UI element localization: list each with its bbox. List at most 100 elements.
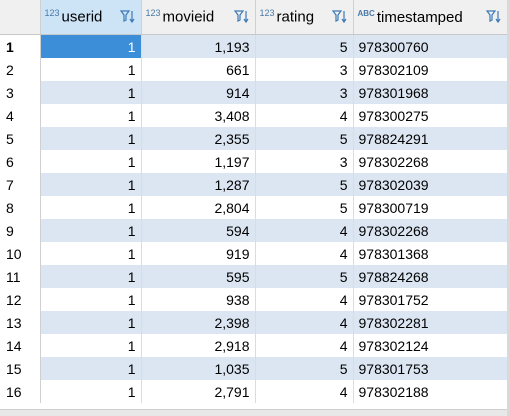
cell-timestamped[interactable]: 978300719 [353,196,508,219]
cell-rating[interactable]: 5 [255,127,354,150]
table-row[interactable]: 11 1 595 5 978824268 [0,265,508,288]
cell-movieid[interactable]: 1,197 [141,150,256,173]
table-row[interactable]: 6 1 1,197 3 978302268 [0,150,508,173]
row-number[interactable]: 10 [0,242,41,265]
cell-rating[interactable]: 5 [255,173,354,196]
table-row[interactable]: 5 1 2,355 5 978824291 [0,127,508,150]
cell-movieid[interactable]: 1,035 [141,357,256,380]
row-number[interactable]: 9 [0,219,41,242]
cell-userid[interactable]: 1 [40,150,142,173]
horizontal-scrollbar[interactable] [0,409,507,416]
cell-userid[interactable]: 1 [40,265,142,288]
table-row[interactable]: 13 1 2,398 4 978302281 [0,311,508,334]
cell-userid[interactable]: 1 [40,34,142,58]
sort-filter-icon[interactable] [331,9,348,25]
table-row[interactable]: 2 1 661 3 978302109 [0,58,508,81]
cell-userid[interactable]: 1 [40,196,142,219]
cell-userid[interactable]: 1 [40,173,142,196]
cell-movieid[interactable]: 594 [141,219,256,242]
corner-cell[interactable] [0,0,41,35]
cell-movieid[interactable]: 3,408 [141,104,256,127]
row-number[interactable]: 15 [0,357,41,380]
sort-filter-icon[interactable] [119,9,136,25]
cell-rating[interactable]: 3 [255,81,354,104]
table-row[interactable]: 3 1 914 3 978301968 [0,81,508,104]
cell-userid[interactable]: 1 [40,380,142,403]
table-row[interactable]: 1 1 1,193 5 978300760 [0,34,508,58]
table-row[interactable]: 14 1 2,918 4 978302124 [0,334,508,357]
cell-rating[interactable]: 5 [255,357,354,380]
row-number[interactable]: 14 [0,334,41,357]
table-row[interactable]: 15 1 1,035 5 978301753 [0,357,508,380]
row-number[interactable]: 5 [0,127,41,150]
sort-filter-icon[interactable] [485,9,502,25]
cell-userid[interactable]: 1 [40,104,142,127]
cell-userid[interactable]: 1 [40,311,142,334]
cell-movieid[interactable]: 2,398 [141,311,256,334]
cell-userid[interactable]: 1 [40,58,142,81]
cell-rating[interactable]: 4 [255,288,354,311]
cell-timestamped[interactable]: 978301753 [353,357,508,380]
cell-userid[interactable]: 1 [40,219,142,242]
cell-rating[interactable]: 4 [255,334,354,357]
row-number[interactable]: 16 [0,380,41,403]
cell-rating[interactable]: 4 [255,242,354,265]
row-number[interactable]: 11 [0,265,41,288]
cell-timestamped[interactable]: 978301968 [353,81,508,104]
row-number[interactable]: 6 [0,150,41,173]
cell-rating[interactable]: 4 [255,104,354,127]
table-row[interactable]: 8 1 2,804 5 978300719 [0,196,508,219]
cell-userid[interactable]: 1 [40,357,142,380]
column-header-timestamped[interactable]: ABC timestamped [353,0,508,35]
cell-movieid[interactable]: 2,918 [141,334,256,357]
table-row[interactable]: 9 1 594 4 978302268 [0,219,508,242]
row-number[interactable]: 7 [0,173,41,196]
cell-timestamped[interactable]: 978824268 [353,265,508,288]
cell-timestamped[interactable]: 978301368 [353,242,508,265]
cell-movieid[interactable]: 2,804 [141,196,256,219]
column-header-rating[interactable]: 123 rating [255,0,354,35]
cell-movieid[interactable]: 1,193 [141,34,256,58]
row-number[interactable]: 8 [0,196,41,219]
cell-userid[interactable]: 1 [40,288,142,311]
cell-timestamped[interactable]: 978302109 [353,58,508,81]
cell-timestamped[interactable]: 978302124 [353,334,508,357]
cell-timestamped[interactable]: 978302268 [353,219,508,242]
cell-rating[interactable]: 5 [255,34,354,58]
cell-rating[interactable]: 5 [255,196,354,219]
row-number[interactable]: 4 [0,104,41,127]
cell-rating[interactable]: 3 [255,150,354,173]
cell-userid[interactable]: 1 [40,127,142,150]
cell-timestamped[interactable]: 978301752 [353,288,508,311]
row-number[interactable]: 2 [0,58,41,81]
table-row[interactable]: 10 1 919 4 978301368 [0,242,508,265]
cell-userid[interactable]: 1 [40,242,142,265]
cell-movieid[interactable]: 914 [141,81,256,104]
row-number[interactable]: 3 [0,81,41,104]
table-row[interactable]: 16 1 2,791 4 978302188 [0,380,508,403]
cell-movieid[interactable]: 2,355 [141,127,256,150]
table-row[interactable]: 12 1 938 4 978301752 [0,288,508,311]
sort-filter-icon[interactable] [233,9,250,25]
cell-timestamped[interactable]: 978302188 [353,380,508,403]
table-row[interactable]: 7 1 1,287 5 978302039 [0,173,508,196]
cell-movieid[interactable]: 595 [141,265,256,288]
row-number[interactable]: 1 [0,34,41,58]
cell-rating[interactable]: 4 [255,219,354,242]
cell-movieid[interactable]: 2,791 [141,380,256,403]
cell-timestamped[interactable]: 978824291 [353,127,508,150]
cell-movieid[interactable]: 661 [141,58,256,81]
row-number[interactable]: 12 [0,288,41,311]
cell-timestamped[interactable]: 978302268 [353,150,508,173]
cell-movieid[interactable]: 1,287 [141,173,256,196]
cell-rating[interactable]: 4 [255,380,354,403]
column-header-movieid[interactable]: 123 movieid [141,0,256,35]
cell-timestamped[interactable]: 978302281 [353,311,508,334]
cell-timestamped[interactable]: 978300760 [353,34,508,58]
cell-rating[interactable]: 4 [255,311,354,334]
row-number[interactable]: 13 [0,311,41,334]
cell-timestamped[interactable]: 978300275 [353,104,508,127]
cell-userid[interactable]: 1 [40,81,142,104]
cell-movieid[interactable]: 919 [141,242,256,265]
cell-rating[interactable]: 5 [255,265,354,288]
